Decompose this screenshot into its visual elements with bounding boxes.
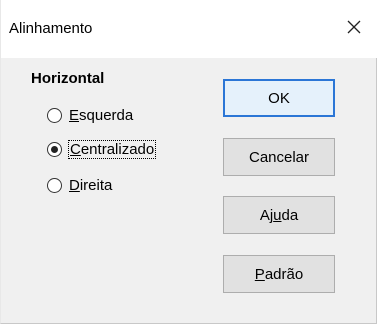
radio-esquerda[interactable]: Esquerda xyxy=(47,104,133,126)
help-button-label: Ajuda xyxy=(259,206,299,224)
radio-label-direita: Direita xyxy=(69,176,113,194)
radio-circle[interactable] xyxy=(47,107,62,123)
radio-label-centralizado: Centralizado xyxy=(67,139,157,159)
radio-selected-dot xyxy=(51,145,58,153)
title-bar: Alinhamento xyxy=(1,0,377,58)
ok-button[interactable]: OK xyxy=(223,79,335,117)
radio-circle[interactable] xyxy=(47,177,62,193)
default-button-label: Padrão xyxy=(254,265,304,283)
close-icon xyxy=(347,20,361,34)
alignment-dialog: Alinhamento Horizontal Esquerda Centrali… xyxy=(0,0,377,324)
default-button[interactable]: Padrão xyxy=(223,255,335,293)
dialog-title: Alinhamento xyxy=(9,20,93,37)
radio-direita[interactable]: Direita xyxy=(47,174,112,196)
close-button[interactable] xyxy=(341,14,367,40)
radio-circle[interactable] xyxy=(47,141,62,157)
cancel-button[interactable]: Cancelar xyxy=(223,138,335,176)
radio-label-esquerda: Esquerda xyxy=(69,106,134,124)
radio-centralizado[interactable]: Centralizado xyxy=(47,138,157,160)
horizontal-group-title: Horizontal xyxy=(31,70,105,87)
help-button[interactable]: Ajuda xyxy=(223,196,335,234)
